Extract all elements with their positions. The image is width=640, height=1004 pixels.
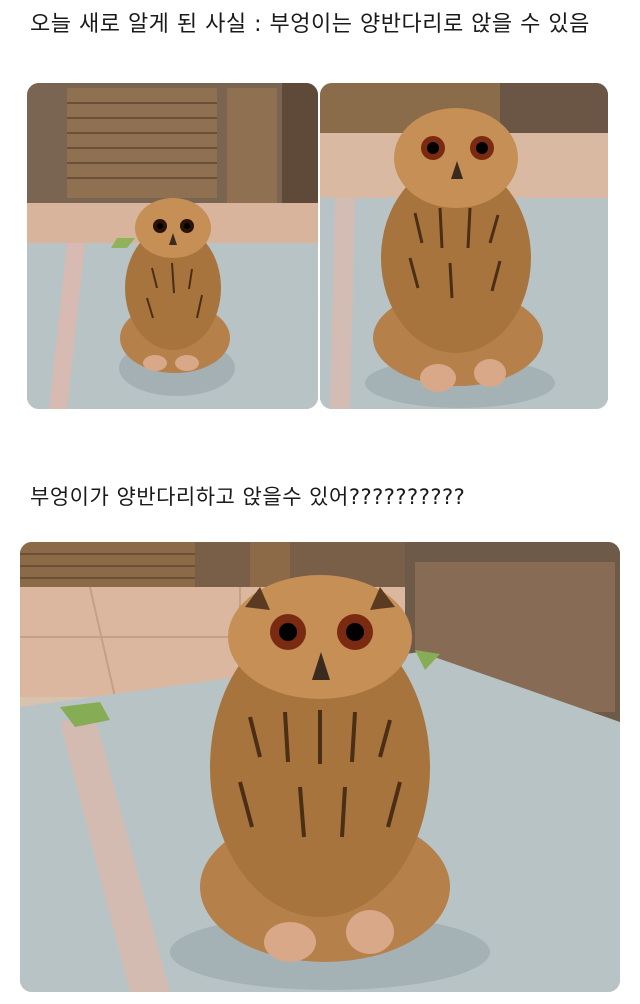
owl-photo-closeup [20,542,620,992]
owl-photo-near [320,83,608,409]
middle-caption: 부엉이가 양반다리하고 앉을수 있어?????????? [30,485,466,509]
owl-image [20,542,620,992]
owl-photo-far [27,83,318,409]
top-caption: 오늘 새로 알게 된 사실 : 부엉이는 양반다리로 앉을 수 있음 [30,12,590,37]
owl-image [320,83,608,409]
owl-image [27,83,318,409]
